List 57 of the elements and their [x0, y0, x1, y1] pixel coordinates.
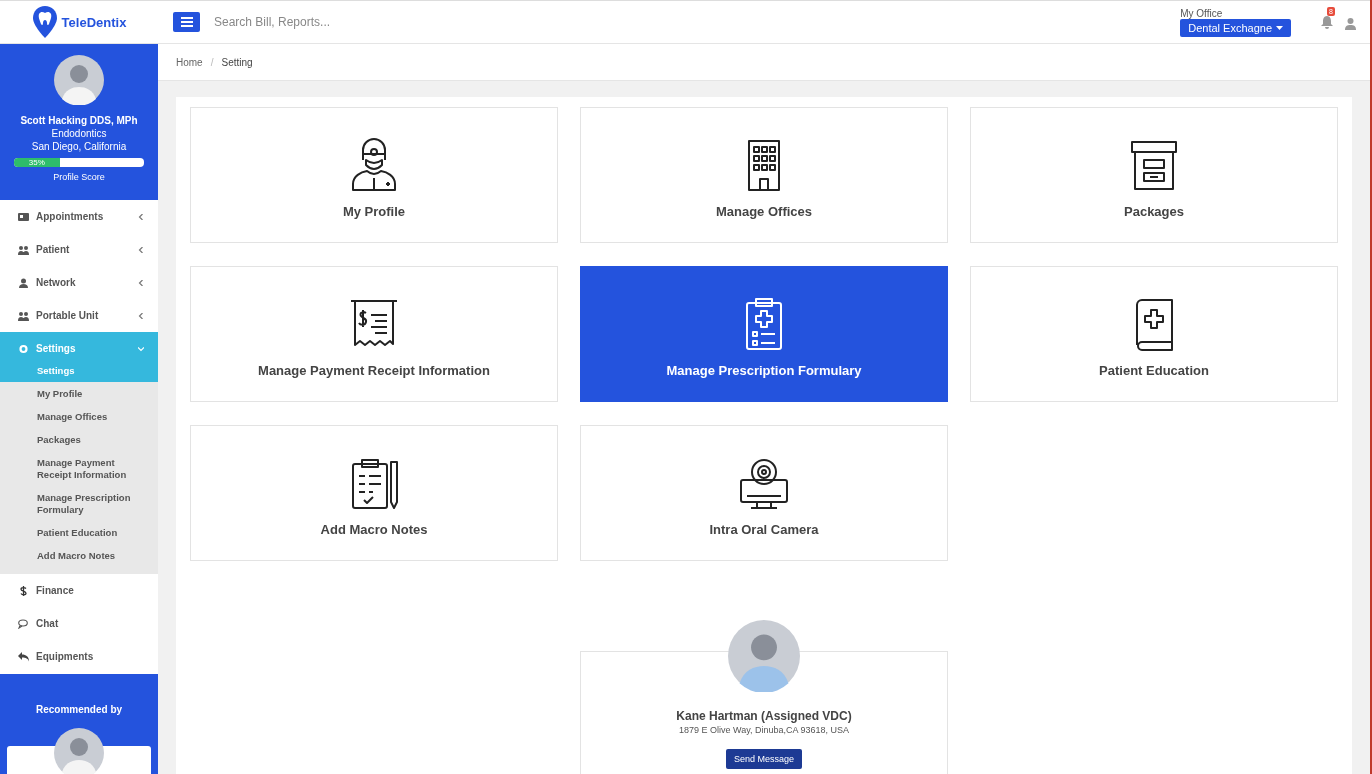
chevron-icon	[138, 246, 144, 253]
sidebar-item[interactable]: Chat	[0, 607, 158, 640]
chevron-icon	[138, 213, 144, 220]
settings-tile[interactable]: Manage Offices	[580, 107, 948, 243]
chevron-icon	[138, 279, 144, 286]
recommended-title: Recommended by	[35, 704, 123, 715]
settings-tile[interactable]: Patient Education	[970, 266, 1338, 402]
send-message-button[interactable]: Send Message	[725, 749, 802, 769]
users-icon	[18, 310, 29, 321]
submenu-item[interactable]: Manage Offices	[0, 406, 158, 429]
submenu-item[interactable]: Packages	[0, 429, 158, 452]
breadcrumb-separator: /	[210, 56, 214, 68]
caret-icon	[1276, 25, 1283, 30]
profile-name: Scott Hacking DDS, MPh	[20, 114, 138, 127]
settings-tile[interactable]: My Profile	[190, 107, 558, 243]
reply-arrow-icon	[18, 651, 29, 662]
logo-icon	[31, 5, 58, 39]
sidebar-item[interactable]: Portable Unit	[0, 299, 158, 332]
office-dropdown[interactable]: Dental Exchagne	[1180, 18, 1291, 37]
sidebar-item[interactable]: Finance	[0, 574, 158, 607]
settings-tile[interactable]: Manage Payment Receipt Information	[190, 266, 558, 402]
chevron-icon	[138, 345, 144, 352]
office-label: My Office	[1180, 7, 1223, 19]
user-icon[interactable]	[1345, 18, 1356, 30]
vdc-address: 1879 E Olive Way, Dinuba,CA 93618, USA	[678, 725, 850, 735]
menu-icon	[180, 17, 193, 27]
sidebar-item[interactable]: Equipments	[0, 640, 158, 673]
settings-tile[interactable]: Manage Prescription Formulary	[580, 266, 948, 402]
submenu-item[interactable]: Add Macro Notes	[0, 545, 158, 568]
chat-bubble-icon	[18, 618, 29, 629]
bell-icon[interactable]	[1321, 16, 1333, 29]
sidebar-item[interactable]: Appointments	[0, 200, 158, 233]
user-icon	[18, 277, 29, 288]
dollar-icon	[18, 585, 29, 596]
sidebar-item[interactable]: Patient	[0, 233, 158, 266]
profile-specialty: Endodontics	[51, 127, 107, 140]
settings-tile[interactable]: Packages	[970, 107, 1338, 243]
breadcrumb-current: Setting	[221, 56, 253, 68]
submenu-item[interactable]: Manage Prescription Formulary	[0, 487, 158, 522]
submenu-item[interactable]: My Profile	[0, 383, 158, 406]
sidebar-item[interactable]: Network	[0, 266, 158, 299]
profile-location: San Diego, California	[31, 140, 127, 153]
submenu-item[interactable]: Manage Payment Receipt Information	[0, 452, 158, 487]
chevron-icon	[138, 312, 144, 319]
users-icon	[18, 244, 29, 255]
breadcrumb-link[interactable]: Home	[176, 56, 203, 68]
settings-tile[interactable]: Intra Oral Camera	[580, 425, 948, 561]
id-card-icon	[18, 211, 29, 222]
profile-score-reading: 35%	[28, 158, 45, 167]
vdc-name: Kane Hartman (Assigned VDC)	[676, 709, 852, 723]
avatar-placeholder	[54, 55, 104, 105]
submenu-item[interactable]: Patient Education	[0, 522, 158, 545]
menu-button[interactable]	[173, 12, 200, 32]
settings-tile[interactable]: Add Macro Notes	[190, 425, 558, 561]
logo-text: TeleDentix	[61, 14, 127, 30]
avatar-placeholder	[728, 620, 800, 692]
profile-score-label: Profile Score	[53, 171, 105, 184]
